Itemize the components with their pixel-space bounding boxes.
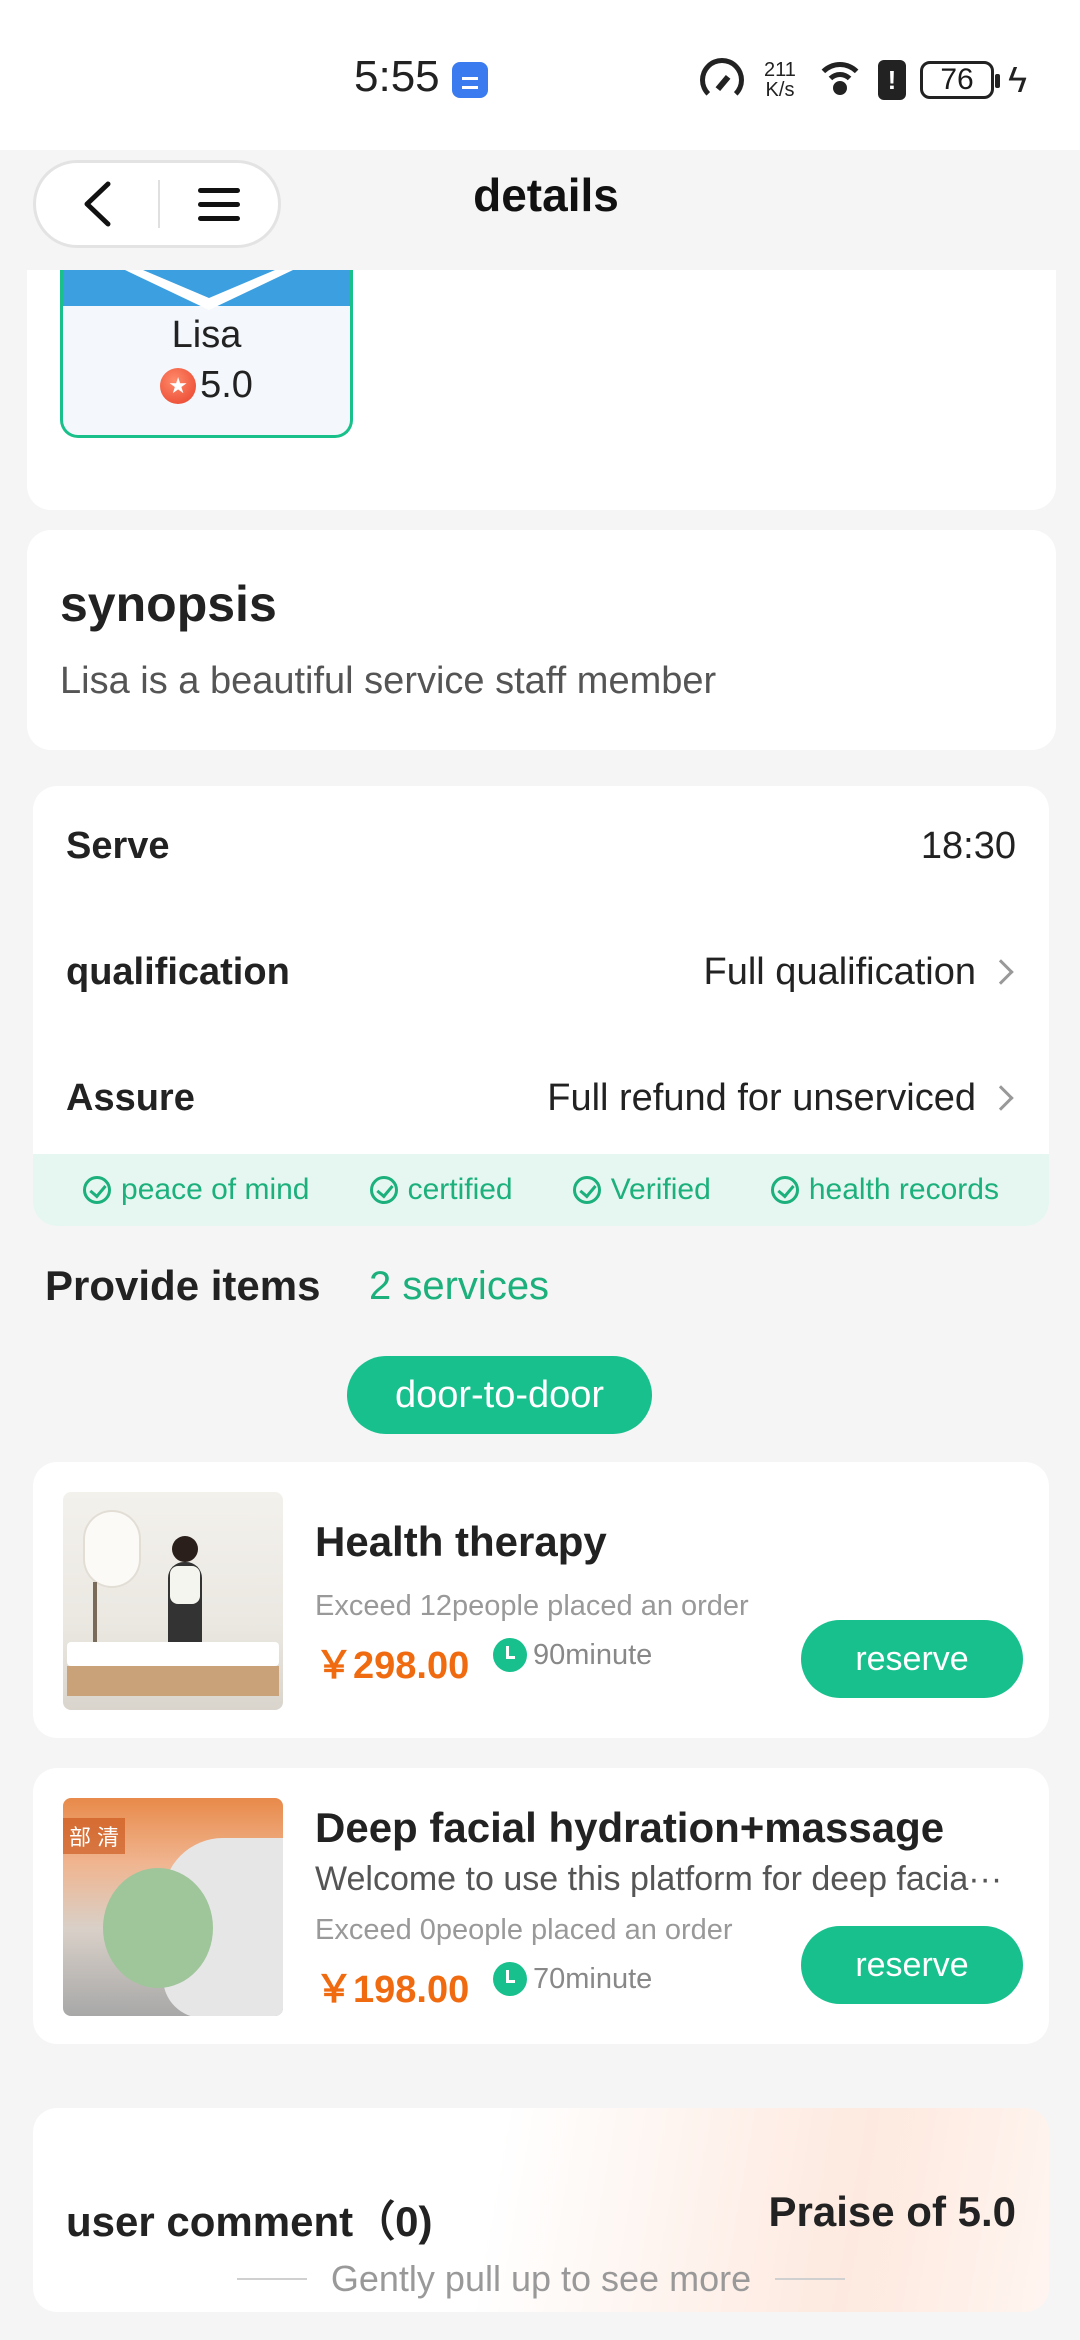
pull-up-hint: Gently pull up to see more <box>33 2258 1049 2300</box>
badge-label: Verified <box>610 1173 711 1206</box>
divider-line <box>775 2278 846 2280</box>
chevron-right-icon <box>988 959 1014 985</box>
speedometer-icon <box>700 58 744 102</box>
check-circle-icon <box>83 1176 112 1204</box>
service-name: Deep facial hydration+massage <box>315 1804 945 1851</box>
badge-label: certified <box>407 1173 513 1206</box>
thumbnail-caption: 部 清 <box>63 1818 126 1854</box>
serve-label: Serve <box>66 824 170 867</box>
page-title: details <box>473 169 619 221</box>
divider-line <box>236 2278 307 2280</box>
staff-card-banner <box>63 270 350 310</box>
clock-icon <box>493 1638 527 1672</box>
check-circle-icon <box>770 1176 799 1204</box>
badge-health-records: health records <box>770 1173 999 1207</box>
service-duration-value: 90minute <box>533 1638 653 1671</box>
service-duration: 90minute <box>493 1638 652 1672</box>
badge-certified: certified <box>369 1173 513 1207</box>
clock-icon <box>493 1962 527 1996</box>
qualification-label: qualification <box>66 950 290 993</box>
usb-icon <box>452 62 488 98</box>
network-speed: 211 K/s <box>758 60 802 100</box>
badge-verified: Verified <box>572 1173 711 1207</box>
assure-value: Full refund for unserviced <box>547 1076 976 1119</box>
assure-row[interactable]: Assure Full refund for unserviced <box>66 1068 1016 1128</box>
service-name: Health therapy <box>315 1518 607 1565</box>
status-time: 5:55 <box>354 52 440 101</box>
guarantee-badges: peace of mind certified Verified health … <box>33 1154 1049 1226</box>
service-thumbnail <box>63 1492 283 1710</box>
star-icon: ★ <box>160 367 197 404</box>
qualification-value: Full qualification <box>703 950 976 993</box>
check-circle-icon <box>572 1176 601 1204</box>
battery-level: 76 <box>940 63 974 96</box>
service-description: Welcome to use this platform for deep fa… <box>315 1860 1003 1898</box>
info-card: Serve 18:30 qualification Full qualifica… <box>33 786 1049 1226</box>
status-bar: 5:55 211 K/s ! 76 ϟ <box>0 0 1080 150</box>
service-duration-value: 70minute <box>533 1962 653 1995</box>
reserve-button[interactable]: reserve <box>801 1926 1023 2004</box>
wifi-icon <box>816 60 864 100</box>
service-card-deep-facial[interactable]: 部 清 Deep facial hydration+massage Welcom… <box>33 1768 1049 2044</box>
synopsis-text: Lisa is a beautiful service staff member <box>60 660 717 702</box>
user-comment-card[interactable]: user comment（0) Praise of 5.0 Gently pul… <box>33 2108 1049 2312</box>
network-speed-value: 211 <box>764 59 796 81</box>
assure-label: Assure <box>66 1076 195 1119</box>
service-orders: Exceed 0people placed an order <box>315 1914 733 1946</box>
service-thumbnail: 部 清 <box>63 1798 283 2016</box>
pull-up-hint-text: Gently pull up to see more <box>330 2258 752 2299</box>
badge-label: health records <box>808 1173 999 1206</box>
service-price: ￥298.00 <box>315 1645 470 1687</box>
service-card-health-therapy[interactable]: Health therapy Exceed 12people placed an… <box>33 1462 1049 1738</box>
service-price: ￥198.00 <box>315 1969 470 2011</box>
serve-value: 18:30 <box>920 824 1016 867</box>
badge-label: peace of mind <box>121 1173 310 1206</box>
praise-score: Praise of 5.0 <box>768 2188 1016 2235</box>
assure-value-group: Full refund for unserviced <box>547 1077 1016 1120</box>
network-speed-unit: K/s <box>765 79 795 101</box>
service-duration: 70minute <box>493 1962 652 1996</box>
staff-name: Lisa <box>171 314 242 356</box>
qualification-value-group: Full qualification <box>704 951 1016 994</box>
reserve-button[interactable]: reserve <box>801 1620 1023 1698</box>
services-count: 2 services <box>369 1264 550 1308</box>
badge-peace-of-mind: peace of mind <box>83 1173 309 1207</box>
door-to-door-tab[interactable]: door-to-door <box>347 1356 652 1434</box>
service-orders: Exceed 12people placed an order <box>315 1590 749 1622</box>
charging-bolt-icon: ϟ <box>1008 59 1028 100</box>
chevron-right-icon <box>988 1085 1014 1111</box>
battery-alert-icon: ! <box>878 60 906 100</box>
staff-rating-value: 5.0 <box>200 364 253 406</box>
battery-icon: 76 <box>920 61 1000 99</box>
serve-row: Serve 18:30 <box>66 816 1016 876</box>
provide-items-title: Provide items <box>45 1262 321 1309</box>
qualification-row[interactable]: qualification Full qualification <box>66 942 1016 1002</box>
synopsis-title: synopsis <box>60 576 277 632</box>
staff-card[interactable]: Lisa ★ 5.0 <box>60 270 353 438</box>
synopsis-card: synopsis Lisa is a beautiful service sta… <box>27 530 1056 750</box>
status-icons: 211 K/s ! 76 ϟ <box>700 55 1028 105</box>
check-circle-icon <box>369 1176 398 1204</box>
comment-title: user comment（0) <box>66 2198 433 2245</box>
staff-rating: ★ 5.0 <box>63 364 350 407</box>
